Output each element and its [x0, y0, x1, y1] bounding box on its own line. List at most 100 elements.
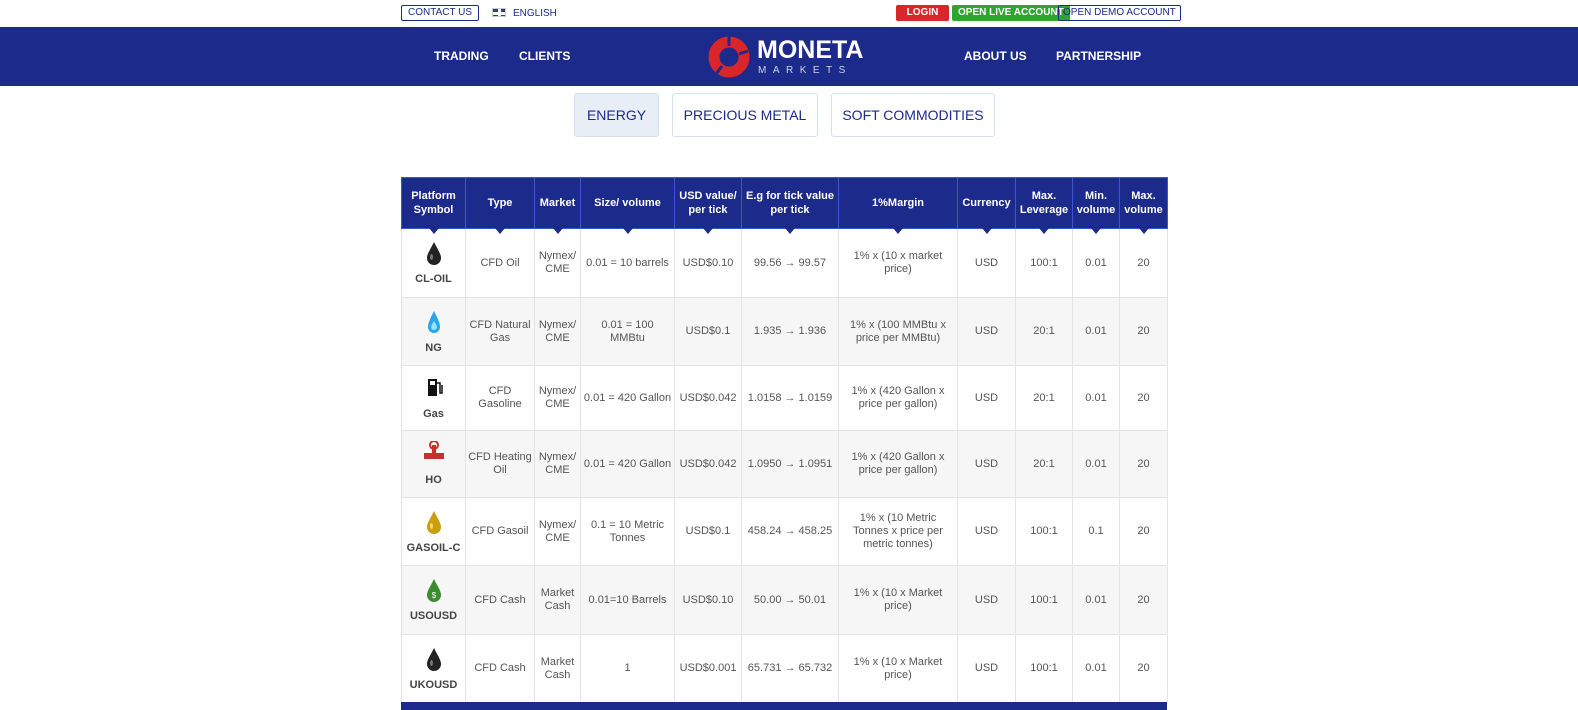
leverage-cell: 100:1 — [1015, 228, 1073, 298]
column-header[interactable]: Market — [534, 177, 581, 235]
market-cell: Market Cash — [534, 565, 581, 635]
tick-example-cell: 65.731 → 65.732 — [741, 634, 839, 703]
currency-cell: USD — [957, 297, 1016, 366]
contact-us-button[interactable]: CONTACT US — [401, 5, 480, 21]
max-volume-cell: 20 — [1119, 228, 1168, 298]
table-row: HO CFD Heating Oil Nymex/ CME 0.01 = 420 Ga… — [401, 430, 1168, 498]
leverage-cell: 20:1 — [1015, 430, 1073, 498]
column-header[interactable]: Max. volume — [1119, 177, 1168, 235]
type-cell: CFD Cash — [465, 634, 535, 703]
table-row: NG CFD Natural Gas Nymex/ CME 0.01 = 100 MM… — [401, 297, 1168, 366]
min-volume-cell: 0.01 — [1072, 228, 1120, 298]
gold-oil-drop-icon — [426, 510, 441, 534]
market-cell: Nymex/ CME — [534, 365, 581, 431]
type-cell: CFD Cash — [465, 565, 535, 635]
symbol-label: UKOUSD — [409, 678, 458, 691]
table-row: Gas CFD Gasoline Nymex/ CME 0.01 = 420 Gall… — [401, 365, 1168, 431]
symbol-cell: GASOIL-C — [401, 497, 466, 566]
logo-text: MONETA — [757, 36, 864, 64]
top-bar: CONTACT US ENGLISH LOGIN OPEN LIVE ACCOU… — [0, 0, 1578, 26]
min-volume-cell: 0.1 — [1072, 497, 1120, 566]
min-volume-cell: 0.01 — [1072, 365, 1120, 431]
symbol-cell: HO — [401, 430, 466, 498]
tick-example-cell: 1.0950 → 1.0951 — [741, 430, 839, 498]
currency-cell: USD — [957, 497, 1016, 566]
min-volume-cell: 0.01 — [1072, 430, 1120, 498]
tab-energy[interactable]: ENERGY — [574, 93, 659, 137]
symbol-label: NG — [425, 341, 442, 354]
size-cell: 0.01=10 Barrels — [580, 565, 675, 635]
currency-cell: USD — [957, 430, 1016, 498]
usd-value-cell: USD$0.10 — [674, 228, 742, 298]
margin-cell: 1% x (420 Gallon x price per gallon) — [838, 365, 958, 431]
login-button[interactable]: LOGIN — [896, 5, 949, 21]
currency-cell: USD — [957, 365, 1016, 431]
logo-mark-icon — [708, 36, 750, 78]
max-volume-cell: 20 — [1119, 497, 1168, 566]
market-cell: Nymex/ CME — [534, 430, 581, 498]
type-cell: CFD Gasoil — [465, 497, 535, 566]
max-volume-cell: 20 — [1119, 565, 1168, 635]
size-cell: 0.01 = 10 barrels — [580, 228, 675, 298]
symbol-label: CL-OIL — [415, 273, 452, 285]
margin-cell: 1% x (10 x market price) — [838, 228, 958, 298]
min-volume-cell: 0.01 — [1072, 634, 1120, 703]
logo[interactable]: MONETA MARKETS — [708, 35, 868, 79]
type-cell: CFD Oil — [465, 228, 535, 298]
nav-partnership[interactable]: PARTNERSHIP — [1056, 49, 1141, 63]
tab-soft-commodities[interactable]: SOFT COMMODITIES — [831, 93, 995, 137]
column-header[interactable]: Min. volume — [1072, 177, 1120, 235]
margin-cell: 1% x (10 x Market price) — [838, 634, 958, 703]
usd-value-cell: USD$0.10 — [674, 565, 742, 635]
size-cell: 0.01 = 420 Gallon — [580, 430, 675, 498]
type-cell: CFD Gasoline — [465, 365, 535, 431]
usd-value-cell: USD$0.1 — [674, 297, 742, 366]
fuel-pump-icon — [427, 379, 443, 396]
tick-example-cell: 99.56 → 99.57 — [741, 228, 839, 298]
table-row: GASOIL-C CFD Gasoil Nymex/ CME 0.1 = 10 Met… — [401, 497, 1168, 566]
leverage-cell: 100:1 — [1015, 634, 1073, 703]
nav-about-us[interactable]: ABOUT US — [964, 49, 1027, 63]
nav-trading[interactable]: TRADING — [434, 49, 489, 63]
tick-example-cell: 50.00 → 50.01 — [741, 565, 839, 635]
usd-value-cell: USD$0.042 — [674, 365, 742, 431]
size-cell: 0.01 = 420 Gallon — [580, 365, 675, 431]
table-bottom-bar — [401, 702, 1167, 710]
symbol-cell: NG — [401, 297, 466, 366]
column-header[interactable]: E.g for tick value per tick — [741, 177, 839, 235]
language-selector[interactable]: ENGLISH — [513, 8, 557, 19]
open-live-account-button[interactable]: OPEN LIVE ACCOUNT — [952, 5, 1070, 21]
column-header[interactable]: Size/ volume — [580, 177, 675, 235]
column-header[interactable]: Platform Symbol — [401, 177, 466, 235]
uk-flag-icon — [492, 8, 506, 17]
margin-cell: 1% x (10 x Market price) — [838, 565, 958, 635]
leverage-cell: 100:1 — [1015, 497, 1073, 566]
max-volume-cell: 20 — [1119, 365, 1168, 431]
tick-example-cell: 1.0158 → 1.0159 — [741, 365, 839, 431]
currency-cell: USD — [957, 228, 1016, 298]
symbol-cell: Gas — [401, 365, 466, 431]
column-header[interactable]: 1%Margin — [838, 177, 958, 235]
column-header[interactable]: USD value/ per tick — [674, 177, 742, 235]
black-oil-drop-icon — [426, 242, 441, 265]
tick-example-cell: 1.935 → 1.936 — [741, 297, 839, 366]
table-row: CL-OIL CFD Oil Nymex/ CME 0.01 = 10 barrels… — [401, 228, 1168, 298]
symbol-cell: CL-OIL — [401, 228, 466, 298]
tab-precious-metal[interactable]: PRECIOUS METAL — [672, 93, 818, 137]
green-dollar-drop-icon: $ — [426, 579, 441, 602]
column-header[interactable]: Currency — [957, 177, 1016, 235]
leverage-cell: 20:1 — [1015, 297, 1073, 366]
tick-example-cell: 458.24 → 458.25 — [741, 497, 839, 566]
pipe-valve-icon — [423, 440, 444, 459]
min-volume-cell: 0.01 — [1072, 297, 1120, 366]
symbol-label: Gas — [423, 408, 444, 420]
nav-clients[interactable]: CLIENTS — [519, 49, 570, 63]
column-header[interactable]: Type — [465, 177, 535, 235]
max-volume-cell: 20 — [1119, 430, 1168, 498]
column-header[interactable]: Max. Leverage — [1015, 177, 1073, 235]
logo-subtext: MARKETS — [758, 65, 852, 76]
blue-gas-flame-icon — [427, 310, 440, 333]
table-row: $ USOUSD CFD Cash Market Cash 0.01=10 Barrel… — [401, 565, 1168, 635]
open-demo-account-button[interactable]: OPEN DEMO ACCOUNT — [1058, 5, 1181, 21]
main-nav: TRADING CLIENTS MONETA MARKETS ABOUT US … — [0, 27, 1578, 86]
